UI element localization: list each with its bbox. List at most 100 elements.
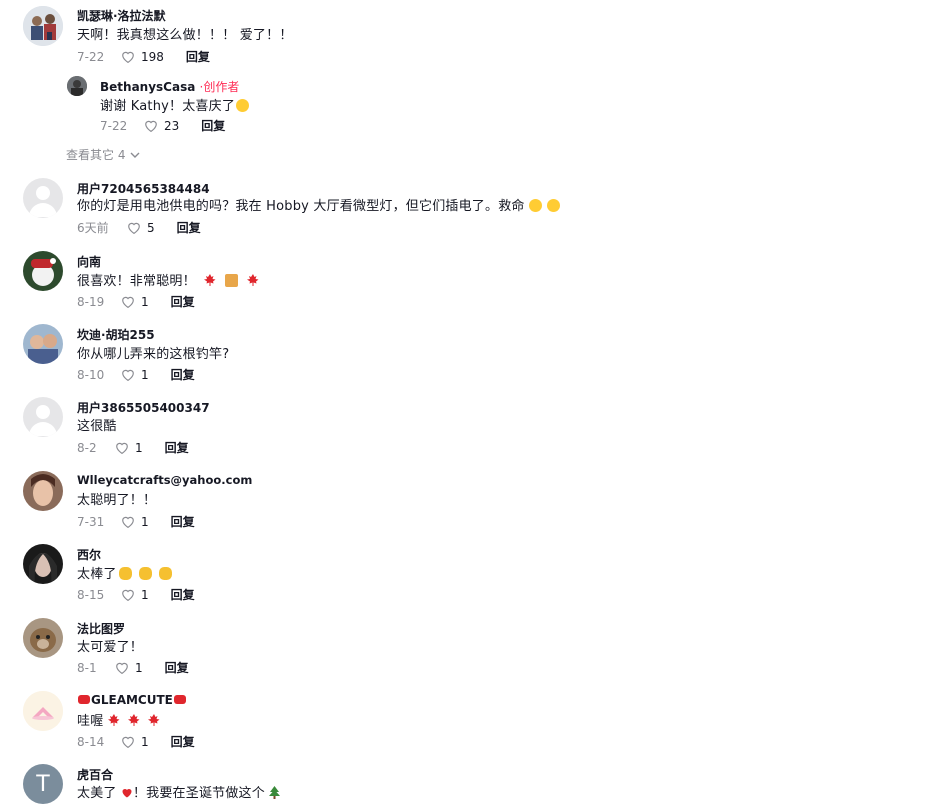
- avatar[interactable]: [23, 471, 63, 511]
- avatar[interactable]: [23, 6, 63, 46]
- view-more-label: 查看其它 4: [66, 148, 126, 162]
- avatar[interactable]: [23, 618, 63, 658]
- reply-meta: 7-22 23 回复: [100, 117, 225, 134]
- like-button[interactable]: 1: [115, 441, 143, 455]
- comment-text-content: 很喜欢！非常聪明！: [77, 274, 196, 289]
- comment-author[interactable]: 虎百合: [77, 766, 113, 783]
- comment-item: 法比图罗 太可爱了！ 8-1 1 回复: [0, 613, 939, 683]
- comment-author[interactable]: 西尔: [77, 546, 101, 563]
- christmas-tree-icon: [269, 786, 281, 799]
- comment-text: 太美了 ！我要在圣诞节做这个: [77, 782, 281, 801]
- user-photo-icon: [23, 324, 63, 364]
- reply-button[interactable]: 回复: [201, 117, 225, 134]
- comment-meta: 8-10 1 回复: [77, 366, 195, 383]
- user-photo-icon: [23, 544, 63, 584]
- like-button[interactable]: 23: [144, 119, 179, 133]
- comment-author[interactable]: 坎迪·胡珀255: [77, 326, 155, 343]
- heart-icon: [122, 516, 134, 528]
- like-count: 198: [141, 49, 164, 64]
- reply-button[interactable]: 回复: [171, 513, 195, 530]
- avatar[interactable]: [23, 691, 63, 731]
- heart-icon: [122, 51, 134, 63]
- like-count: 5: [147, 220, 155, 235]
- user-photo-icon: [23, 6, 63, 46]
- comment-item: 向南 很喜欢！非常聪明！ 8-19 1 回复: [0, 246, 939, 316]
- comment-text: 很喜欢！非常聪明！: [77, 270, 259, 289]
- like-button[interactable]: 1: [121, 735, 149, 749]
- comment-author[interactable]: GLEAMCUTE: [77, 693, 187, 707]
- like-count: 1: [141, 734, 149, 749]
- laughing-emoji-icon: [546, 199, 560, 212]
- like-button[interactable]: 1: [121, 588, 149, 602]
- avatar[interactable]: T: [23, 764, 63, 804]
- red-heart-icon: [122, 789, 132, 798]
- reply-button[interactable]: 回复: [177, 219, 201, 236]
- comment-meta: 8-2 1 回复: [77, 439, 189, 456]
- reply-button[interactable]: 回复: [171, 366, 195, 383]
- avatar[interactable]: [23, 178, 63, 218]
- reply-button[interactable]: 回复: [171, 733, 195, 750]
- comment-author[interactable]: 用户3865505400347: [77, 399, 210, 416]
- user-photo-icon: [67, 76, 87, 96]
- clapping-hands-emoji-icon: [118, 567, 132, 580]
- creator-avatar[interactable]: [67, 76, 87, 96]
- comment-date: 8-15: [77, 587, 105, 602]
- avatar[interactable]: [23, 544, 63, 584]
- like-button[interactable]: 1: [121, 295, 149, 309]
- like-button[interactable]: 5: [127, 221, 155, 235]
- heart-icon: [122, 589, 134, 601]
- avatar[interactable]: [23, 251, 63, 291]
- comment-item: 坎迪·胡珀255 你从哪儿弄来的这根钓竿? 8-10 1 回复: [0, 319, 939, 389]
- like-button[interactable]: 1: [121, 368, 149, 382]
- comment-text: 你的灯是用电池供电的吗？我在 Hobby 大厅看微型灯，但它们插电了。救命: [77, 195, 561, 214]
- heart-icon: [128, 222, 140, 234]
- reply-author-name[interactable]: BethanysCasa: [100, 80, 195, 94]
- comment-author-name[interactable]: GLEAMCUTE: [91, 693, 173, 707]
- comment-item: GLEAMCUTE 哇喔 8-14 1 回复: [0, 686, 939, 756]
- comment-meta: 7-31 1 回复: [77, 513, 195, 530]
- like-button[interactable]: 198: [121, 50, 164, 64]
- comment-text: 这很酷: [77, 419, 117, 434]
- maple-leaf-icon: [204, 274, 216, 286]
- avatar[interactable]: [23, 397, 63, 437]
- comment-date: 6天前: [77, 221, 109, 235]
- reply-date: 7-22: [100, 118, 128, 133]
- comment-text: 太可爱了！: [77, 640, 144, 655]
- comment-date: 7-31: [77, 514, 105, 529]
- ribbon-emoji-icon: [173, 695, 186, 704]
- maple-leaf-icon: [246, 274, 259, 286]
- heart-icon: [122, 296, 134, 308]
- comment-text-content: 太美了: [77, 786, 117, 801]
- default-avatar-icon: [36, 405, 50, 419]
- gift-emoji-icon: [224, 274, 238, 287]
- creator-badge: ·创作者: [199, 80, 240, 94]
- comment-text: 你从哪儿弄来的这根钓竿?: [77, 347, 230, 362]
- view-more-replies-button[interactable]: 查看其它 4: [66, 146, 140, 163]
- like-button[interactable]: 1: [121, 515, 149, 529]
- comment-text-content: 太棒了: [77, 567, 117, 582]
- reply-text-content: 谢谢 Kathy！太喜庆了: [100, 99, 236, 114]
- comment-meta: 6天前 5 回复: [77, 219, 201, 236]
- comment-author[interactable]: 法比图罗: [77, 620, 125, 637]
- comment-date: 8-14: [77, 734, 105, 749]
- reply-button[interactable]: 回复: [165, 659, 189, 676]
- clapping-hands-emoji-icon: [158, 567, 172, 580]
- heart-icon: [145, 120, 157, 132]
- reply-button[interactable]: 回复: [186, 48, 210, 65]
- reply-button[interactable]: 回复: [165, 439, 189, 456]
- heart-icon: [122, 369, 134, 381]
- avatar[interactable]: [23, 324, 63, 364]
- comment-item: 凯瑟琳·洛拉法默 天啊！我真想这么做！！！ 爱了！！ 7-22 198 回复: [0, 0, 939, 70]
- comment-text: 太聪明了！！: [77, 493, 157, 508]
- comment-author[interactable]: 凯瑟琳·洛拉法默: [77, 7, 166, 24]
- heart-icon: [122, 736, 134, 748]
- reply-author[interactable]: BethanysCasa ·创作者: [100, 78, 239, 95]
- like-button[interactable]: 1: [115, 661, 143, 675]
- grinning-emoji-icon: [528, 199, 542, 212]
- reply-button[interactable]: 回复: [171, 586, 195, 603]
- comment-author[interactable]: Wlleycatcrafts@yahoo.com: [77, 473, 252, 487]
- comment-meta: 8-1 1 回复: [77, 659, 189, 676]
- comment-date: 8-1: [77, 660, 97, 675]
- reply-button[interactable]: 回复: [171, 293, 195, 310]
- comment-author[interactable]: 向南: [77, 253, 101, 270]
